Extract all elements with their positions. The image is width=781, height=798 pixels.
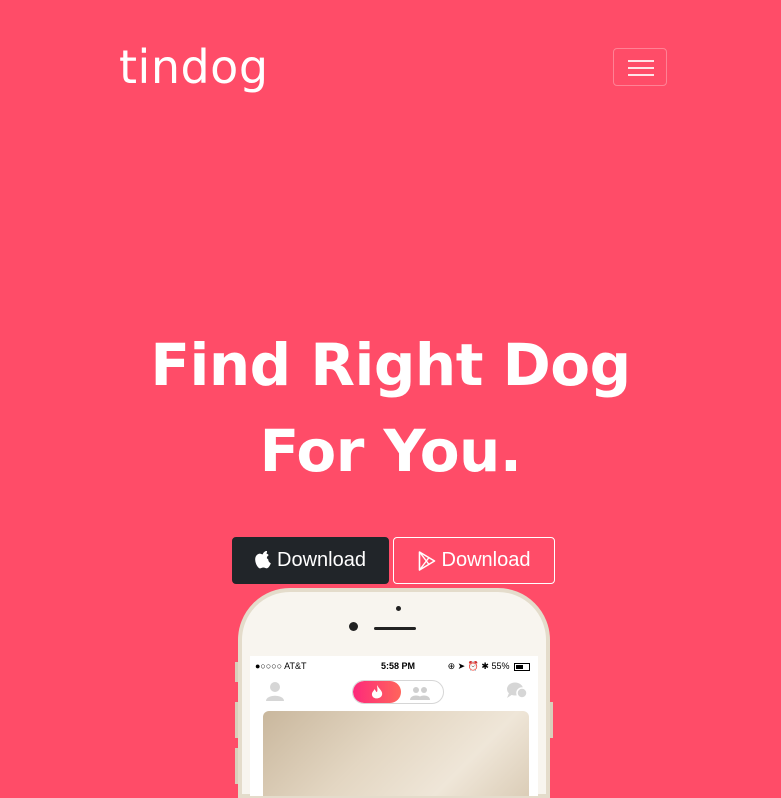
status-carrier: ●○○○○ AT&T [255,661,307,671]
phone-status-bar: ●○○○○ AT&T 5:58 PM ⊕ ➤ ⏰ ✱ 55% [250,658,538,674]
google-play-download-button[interactable]: Download [393,537,555,584]
hero-title: Find Right Dog For You. [0,322,781,494]
mode-toggle [352,680,444,704]
group-icon [409,685,431,703]
phone-camera [349,622,358,631]
hero-title-line-2: For You. [259,417,522,485]
phone-mockup: ●○○○○ AT&T 5:58 PM ⊕ ➤ ⏰ ✱ 55% [235,588,553,798]
app-store-download-button[interactable]: Download [232,537,389,584]
phone-volume-button [235,748,238,784]
phone-screen: ●○○○○ AT&T 5:58 PM ⊕ ➤ ⏰ ✱ 55% [250,656,538,796]
navbar-toggler-button[interactable] [613,48,667,86]
phone-volume-button [235,702,238,738]
profile-icon [266,681,284,705]
brand-logo[interactable]: tindog [119,40,269,94]
phone-sensor [396,606,401,611]
phone-power-button [550,702,553,738]
battery-icon [514,662,530,671]
google-play-icon [418,550,436,571]
hero-title-line-1: Find Right Dog [150,331,631,399]
app-store-download-label: Download [277,549,366,571]
status-time: 5:58 PM [381,661,416,671]
status-right: ⊕ ➤ ⏰ ✱ 55% [448,661,530,672]
google-play-download-label: Download [441,549,531,571]
dog-profile-card [263,711,529,796]
phone-side-button [235,662,238,682]
phone-speaker [374,627,416,630]
status-battery-percent: 55% [491,661,510,671]
chat-icon [506,681,528,703]
app-top-bar [250,676,538,706]
flame-icon [353,681,401,703]
status-icons: ⊕ ➤ ⏰ ✱ [447,661,492,671]
apple-icon [255,551,271,570]
